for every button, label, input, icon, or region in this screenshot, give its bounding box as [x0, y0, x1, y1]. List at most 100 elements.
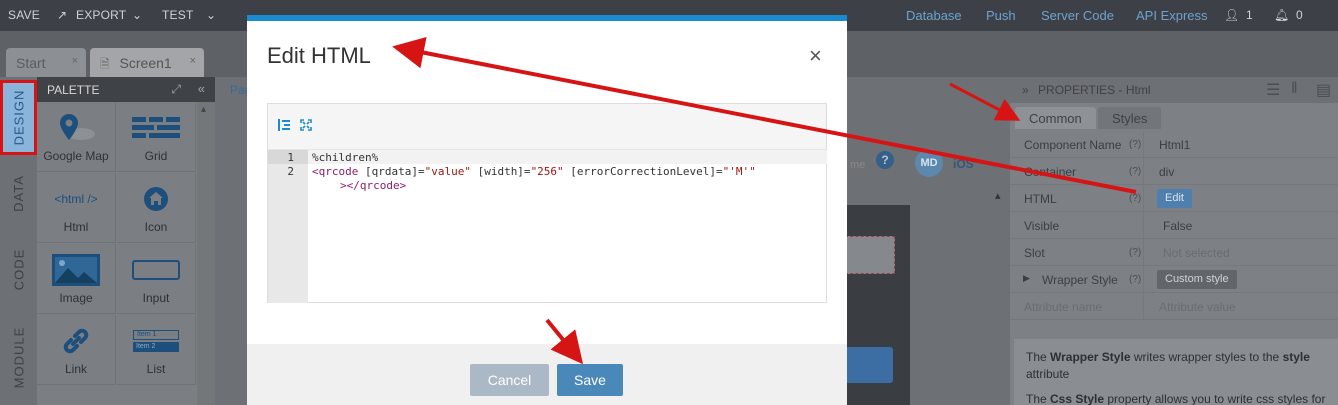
palette-scrollbar[interactable]: ▴ — [197, 102, 215, 405]
tab-label: MODULE — [11, 326, 26, 388]
property-value[interactable]: Not selected — [1163, 246, 1230, 260]
palette-item-list[interactable]: Item 1 Item 2 List — [117, 315, 196, 385]
properties-tabs: Common Styles — [1010, 103, 1338, 129]
tab-code[interactable]: CODE — [0, 229, 37, 309]
api-express-link[interactable]: API Express — [1136, 8, 1208, 23]
palette-item-input[interactable]: Input — [117, 244, 196, 314]
palette-item-image[interactable]: Image — [37, 244, 116, 314]
tab-data[interactable]: DATA — [0, 157, 37, 229]
attribute-name-input[interactable]: Attribute name — [1024, 300, 1102, 314]
line-number: 1 — [287, 151, 294, 164]
code-text: %children% — [312, 151, 379, 164]
custom-style-button[interactable]: Custom style — [1157, 270, 1237, 289]
help-text-bold: style — [1282, 350, 1310, 364]
fullscreen-icon[interactable] — [300, 119, 312, 134]
save-menu[interactable]: SAVE — [8, 8, 40, 22]
help-icon[interactable]: (?) — [1129, 247, 1141, 258]
palette-item-html[interactable]: <html /> Html — [37, 173, 116, 243]
property-value[interactable]: div — [1159, 165, 1174, 179]
md-badge[interactable]: MD — [915, 149, 943, 177]
list-icon: Item 1 Item 2 — [117, 325, 195, 357]
tab-label: Screen1 — [119, 55, 172, 71]
divider — [1143, 212, 1144, 239]
scroll-up-icon[interactable]: ▴ — [995, 189, 1001, 202]
code-line[interactable]: <qrcode [qrdata]="value" [width]="256" [… — [312, 165, 756, 178]
format-icon[interactable] — [278, 119, 290, 134]
code-attr: [width]= — [470, 165, 531, 178]
tab-label: Start — [16, 55, 46, 71]
link-icon — [37, 325, 115, 357]
scroll-up-icon[interactable]: ▴ — [201, 104, 206, 115]
property-row-slot: Slot (?) Not selected — [1010, 239, 1338, 266]
code-line[interactable]: %children% — [312, 151, 378, 164]
palette-item-link[interactable]: Link — [37, 315, 116, 385]
expand-icon[interactable]: ▶ — [1023, 273, 1030, 284]
tab-design[interactable]: DESIGN — [0, 80, 37, 155]
ios-label[interactable]: iOS — [953, 157, 974, 171]
tab-common[interactable]: Common — [1015, 107, 1096, 129]
collapse-icon[interactable]: ⤢ — [171, 82, 181, 97]
database-link[interactable]: Database — [906, 8, 962, 23]
help-icon[interactable]: (?) — [1129, 193, 1141, 204]
tab-module[interactable]: MODULE — [0, 309, 37, 405]
code-attr: [qrdata]= — [358, 165, 425, 178]
properties-header: » PROPERTIES - Html ☰ ‖ ▤ — [1010, 77, 1338, 103]
map-pin-icon — [37, 112, 115, 144]
help-icon[interactable]: ? — [876, 151, 894, 169]
help-text: property allows you to write css styles … — [1104, 392, 1326, 405]
property-key: HTML — [1024, 192, 1057, 206]
palette-item-label: Input — [142, 291, 170, 305]
canvas-button-preview — [845, 347, 893, 383]
palette-item-label: Icon — [144, 220, 168, 234]
bell-icon[interactable]: 🔔︎ — [1274, 8, 1289, 22]
grid-icon — [117, 112, 195, 144]
palette-item-label: List — [146, 362, 166, 376]
help-line: attribute — [1026, 367, 1070, 381]
layout-rows-icon[interactable]: ☰ — [1266, 80, 1280, 100]
palette-header: PALETTE ⤢ « — [37, 77, 215, 102]
image-icon — [37, 254, 115, 286]
double-chevron-left-icon[interactable]: « — [198, 81, 205, 96]
html-icon: <html /> — [37, 183, 115, 215]
divider — [1143, 131, 1144, 158]
code-line[interactable]: ></qrcode> — [340, 179, 406, 192]
export-menu[interactable]: EXPORT — [76, 8, 126, 22]
chevron-down-icon[interactable]: ⌄ — [132, 8, 142, 22]
tab-screen1[interactable]: 🗎︎ Screen1 × — [90, 48, 204, 77]
property-row-container: Container (?) div — [1010, 158, 1338, 185]
chevron-down-icon[interactable]: ⌄ — [206, 8, 216, 22]
property-value[interactable]: Html1 — [1159, 138, 1190, 152]
code-editor[interactable]: 1 2 %children% <qrcode [qrdata]="value" … — [267, 103, 827, 303]
properties-title: PROPERTIES - Html — [1038, 83, 1151, 97]
palette-item-grid[interactable]: Grid — [117, 102, 196, 172]
selected-component-outline[interactable] — [845, 236, 895, 274]
test-menu[interactable]: TEST — [162, 8, 193, 22]
palette-item-label: Image — [59, 291, 93, 305]
save-button[interactable]: Save — [557, 364, 623, 396]
property-value[interactable]: False — [1163, 219, 1192, 233]
tab-start[interactable]: Start × — [6, 48, 86, 77]
code-string: "256" — [530, 165, 564, 178]
help-icon[interactable]: (?) — [1129, 166, 1141, 177]
push-link[interactable]: Push — [986, 8, 1016, 23]
close-icon[interactable]: × — [809, 43, 822, 69]
tab-styles[interactable]: Styles — [1098, 107, 1162, 129]
layout-panel-icon[interactable]: ▤ — [1316, 80, 1331, 100]
cancel-button[interactable]: Cancel — [470, 364, 549, 396]
double-chevron-right-icon[interactable]: » — [1022, 83, 1029, 97]
palette-item-google-map[interactable]: Google Map — [37, 102, 116, 172]
user-icon[interactable]: 👤︎ — [1224, 8, 1239, 22]
dialog-title: Edit HTML — [267, 43, 371, 68]
attribute-value-input[interactable]: Attribute value — [1159, 300, 1236, 314]
close-icon[interactable]: × — [72, 55, 78, 67]
close-icon[interactable]: × — [190, 55, 196, 67]
active-line-highlight — [308, 150, 827, 164]
layout-columns-icon[interactable]: ‖ — [1291, 80, 1298, 98]
edit-html-dialog: Edit HTML × 1 2 %children% <qrcode [qrda… — [247, 15, 847, 405]
palette-item-icon[interactable]: Icon — [117, 173, 196, 243]
help-icon[interactable]: (?) — [1129, 274, 1141, 285]
notifications-count: 0 — [1296, 8, 1303, 22]
server-code-link[interactable]: Server Code — [1041, 8, 1114, 23]
help-icon[interactable]: (?) — [1129, 139, 1141, 150]
edit-html-button[interactable]: Edit — [1157, 189, 1192, 208]
